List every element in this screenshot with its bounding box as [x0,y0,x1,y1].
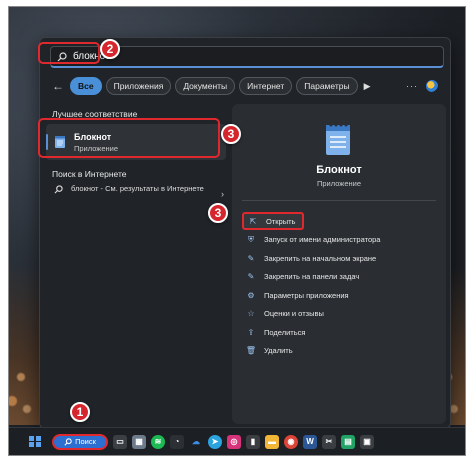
terminal-icon[interactable]: ▮ [246,434,260,449]
onedrive-icon[interactable]: ☁ [189,435,203,449]
word-icon[interactable]: W [303,434,317,449]
web-search-item[interactable]: блокнот - См. результаты в Интернете › [46,183,226,211]
calculator-icon[interactable]: ▦ [132,434,146,449]
step-badge-2: 2 [100,39,120,59]
app-details-pane: Блокнот Приложение ⇱ Открыть ⛨ Запуск от… [232,104,446,424]
back-arrow-icon[interactable]: ← [50,79,66,93]
notepad-icon [326,123,350,155]
action-uninstall[interactable]: 🗑 Удалить [242,342,436,360]
search-icon [54,185,63,194]
divider [242,200,436,201]
tab-internet[interactable]: Интернет [239,77,293,95]
play-icon[interactable]: ▶ [364,81,371,92]
app-name: Блокнот [316,164,362,176]
chrome-icon[interactable]: ◉ [284,434,298,449]
web-search-query: блокнот [71,184,99,193]
open-icon: ⇱ [249,216,257,226]
action-app-settings[interactable]: ⚙ Параметры приложения [242,286,436,304]
bing-icon[interactable] [426,80,438,92]
action-share[interactable]: ⇪ Поделиться [242,323,436,341]
tab-documents[interactable]: Документы [175,77,236,95]
wallpaper-left [9,265,39,425]
photos-icon[interactable]: ▣ [360,434,374,449]
highlight-best-match [38,118,220,158]
taskbar: Поиск ▭ ▦ ≋ ◔ ☁ ➤ ◎ ▮ ▬ ◉ W ✂ ▤ ▣ [9,427,465,455]
action-pin-start-label: Закрепить на начальном экране [264,253,377,263]
step-badge-3: 3 [208,203,228,223]
tab-all[interactable]: Все [70,77,102,95]
action-uninstall-label: Удалить [264,346,293,355]
action-share-label: Поделиться [264,327,306,337]
filter-tabs: ← Все Приложения Документы Интернет Пара… [50,76,444,96]
shield-icon: ⛨ [248,234,254,244]
tab-apps[interactable]: Приложения [105,77,172,95]
telegram-icon[interactable]: ➤ [208,434,222,449]
step-badge-3: 3 [221,124,241,144]
taskbar-search-button[interactable]: Поиск [52,433,108,450]
action-open-label: Открыть [266,216,296,226]
snipping-tool-icon[interactable]: ✂ [322,434,336,449]
trash-icon: 🗑 [245,346,257,355]
action-app-settings-label: Параметры приложения [264,290,349,300]
taskbar-search-label: Поиск [75,437,96,446]
search-panel: ← Все Приложения Документы Интернет Пара… [39,37,451,429]
web-search-suffix: - См. результаты в Интернете [98,184,204,193]
sheets-icon[interactable]: ▤ [341,434,355,449]
voice-icon[interactable]: ◔ [170,434,184,449]
action-open[interactable]: ⇱ Открыть [242,212,304,230]
action-run-as-admin-label: Запуск от имени администратора [264,235,381,244]
actions-list: ⇱ Открыть ⛨ Запуск от имени администрато… [242,212,436,360]
instagram-icon[interactable]: ◎ [227,434,241,449]
task-view-icon[interactable]: ▭ [113,434,127,449]
desktop: ← Все Приложения Документы Интернет Пара… [8,6,466,456]
share-icon: ⇪ [247,327,255,337]
action-rate-review-label: Оценки и отзывы [264,309,324,318]
app-type: Приложение [317,179,361,188]
action-run-as-admin[interactable]: ⛨ Запуск от имени администратора [242,231,436,249]
file-explorer-icon[interactable]: ▬ [265,434,279,449]
action-rate-review[interactable]: ☆ Оценки и отзывы [242,305,436,323]
more-icon[interactable]: ··· [406,81,418,91]
action-pin-taskbar[interactable]: ✎ Закрепить на панели задач [242,268,436,286]
gear-icon: ⚙ [247,290,255,300]
windows-start-icon[interactable] [29,435,41,448]
action-pin-taskbar-label: Закрепить на панели задач [264,272,360,281]
pin-icon: ✎ [247,272,255,281]
web-search-heading: Поиск в Интернете [52,169,127,179]
tab-settings[interactable]: Параметры [296,77,358,95]
star-icon: ☆ [247,309,255,318]
highlight-search-box [38,42,100,64]
web-search-text: блокнот - См. результаты в Интернете [71,183,211,194]
search-icon [64,437,72,446]
spotify-icon[interactable]: ≋ [151,434,165,449]
chevron-right-icon[interactable]: › [221,189,224,199]
step-badge-1: 1 [70,402,90,422]
pin-icon: ✎ [247,253,255,263]
action-pin-start[interactable]: ✎ Закрепить на начальном экране [242,249,436,267]
